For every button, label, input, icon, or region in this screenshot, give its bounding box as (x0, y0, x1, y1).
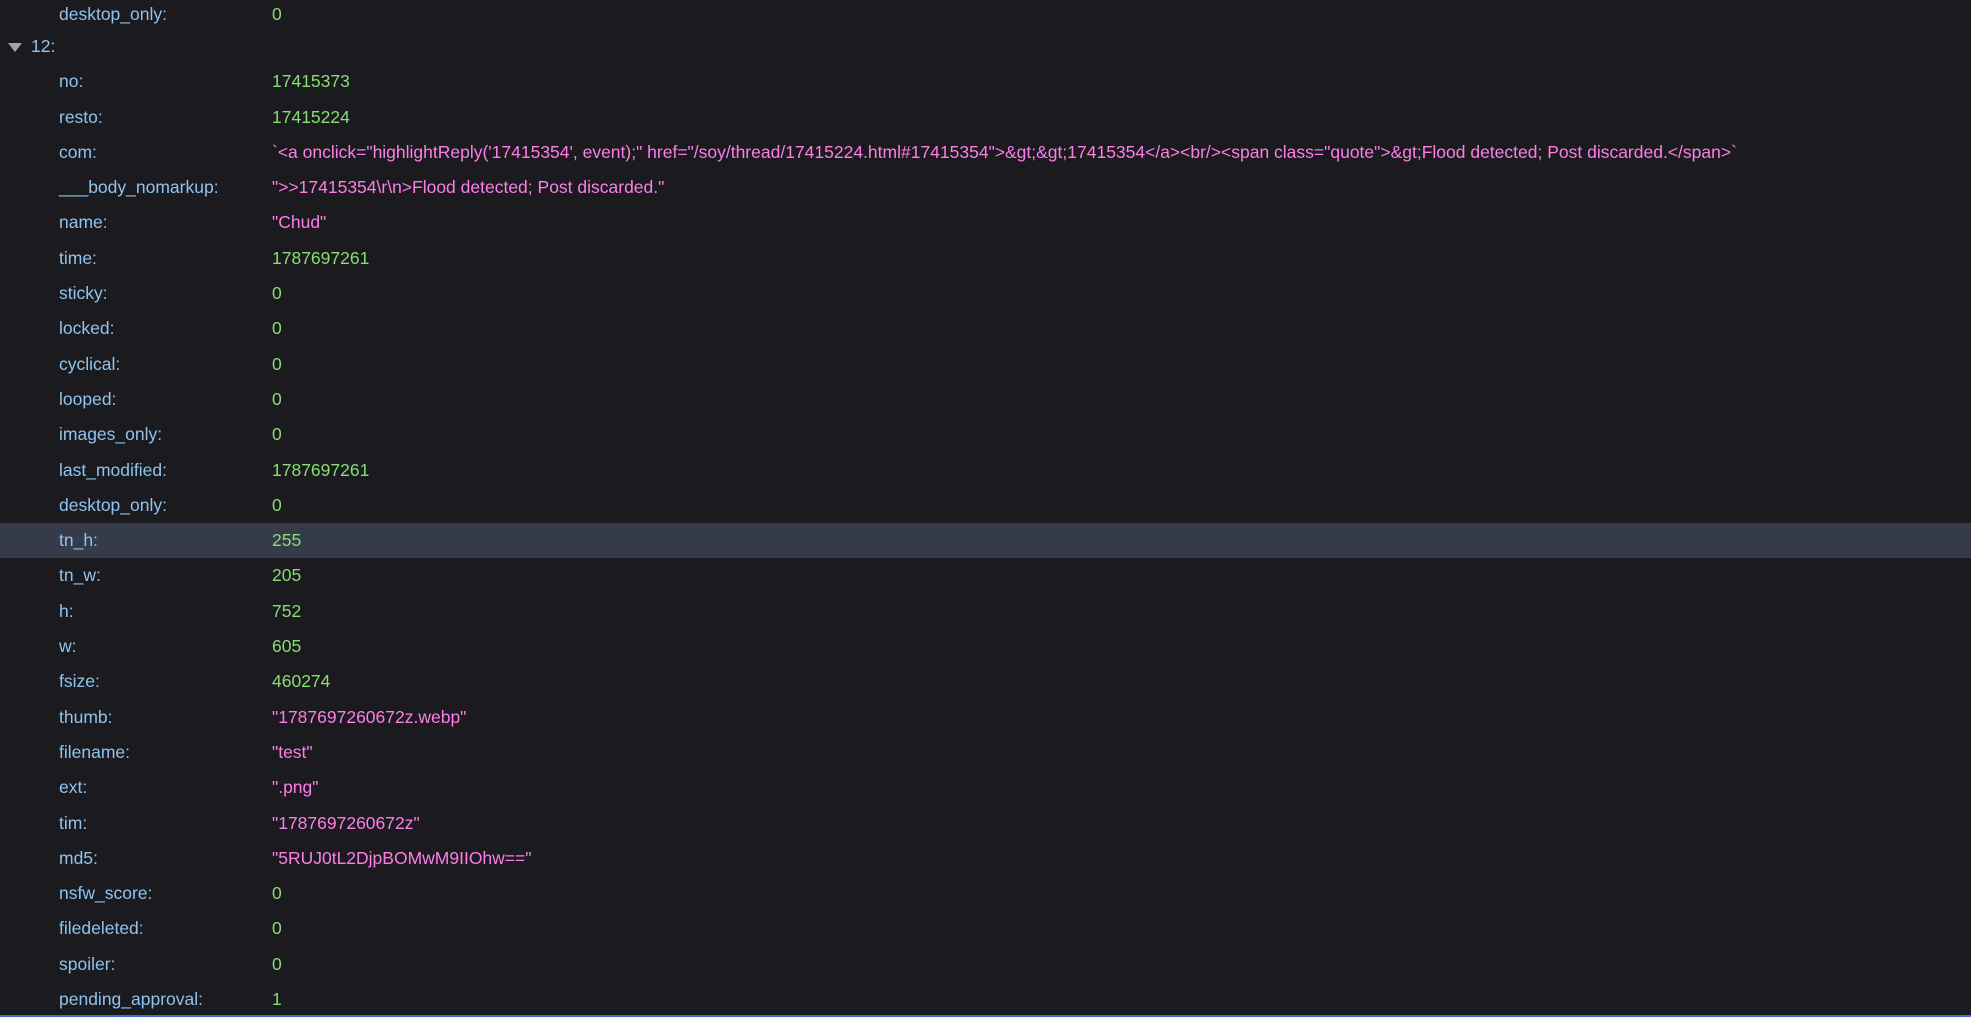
json-row[interactable]: filedeleted: 0 (0, 911, 1971, 946)
json-row[interactable]: time: 1787697261 (0, 241, 1971, 276)
json-key: time: (59, 247, 97, 268)
json-value: 1 (272, 989, 282, 1010)
json-key: md5: (59, 847, 98, 868)
json-group-children: no: 17415373 resto: 17415224 com: `<a onclick… (0, 64, 1971, 1017)
json-key: ext: (59, 777, 88, 798)
json-row[interactable]: thumb: "1787697260672z.webp" (0, 700, 1971, 735)
json-value: "5RUJ0tL2DjpBOMwM9IIOhw==" (272, 847, 532, 868)
json-row[interactable]: resto: 17415224 (0, 100, 1971, 135)
json-key: nsfw_score: (59, 883, 153, 904)
json-value: ".png" (272, 777, 319, 798)
json-row[interactable]: tn_w: 205 (0, 558, 1971, 593)
json-key: cyclical: (59, 353, 121, 374)
json-value: "Chud" (272, 212, 327, 233)
json-group-label: 12: (31, 36, 56, 56)
json-value: "1787697260672z.webp" (272, 706, 467, 727)
json-row[interactable]: cyclical: 0 (0, 347, 1971, 382)
json-key: com: (59, 141, 97, 162)
json-row[interactable]: looped: 0 (0, 382, 1971, 417)
json-row[interactable]: h: 752 (0, 594, 1971, 629)
json-value: 0 (272, 283, 282, 304)
json-value: 17415373 (272, 71, 350, 92)
json-row[interactable]: desktop_only: 0 (0, 488, 1971, 523)
json-row[interactable]: images_only: 0 (0, 417, 1971, 452)
json-key: no: (59, 71, 84, 92)
json-value: 205 (272, 565, 302, 586)
json-row[interactable]: md5: "5RUJ0tL2DjpBOMwM9IIOhw==" (0, 841, 1971, 876)
json-value: 1787697261 (272, 247, 370, 268)
json-value: 0 (272, 4, 282, 24)
json-key: filename: (59, 741, 131, 762)
json-row[interactable]: nsfw_score: 0 (0, 876, 1971, 911)
json-key: tn_w: (59, 565, 101, 586)
json-value: 0 (272, 318, 282, 339)
json-key: looped: (59, 388, 117, 409)
json-key: last_modified: (59, 459, 167, 480)
json-row[interactable]: com: `<a onclick="highlightReply('1741535… (0, 135, 1971, 170)
json-key: resto: (59, 106, 103, 127)
json-value: 0 (272, 494, 282, 515)
json-value: 0 (272, 388, 282, 409)
chevron-down-icon[interactable] (8, 43, 22, 52)
json-key: tn_h: (59, 530, 98, 551)
json-value: 255 (272, 530, 302, 551)
json-group-12[interactable]: 12: (0, 29, 1971, 64)
json-value: 0 (272, 953, 282, 974)
json-value: 605 (272, 636, 302, 657)
json-row[interactable]: pending_approval: 1 (0, 982, 1971, 1017)
json-row[interactable]: locked: 0 (0, 311, 1971, 346)
json-key: w: (59, 636, 77, 657)
json-value: "test" (272, 741, 313, 762)
json-key: ___body_nomarkup: (59, 177, 219, 198)
json-value: 0 (272, 883, 282, 904)
json-key: locked: (59, 318, 115, 339)
json-key: desktop_only: (59, 494, 167, 515)
json-row[interactable]: tim: "1787697260672z" (0, 806, 1971, 841)
json-value: 1787697261 (272, 459, 370, 480)
json-viewer: desktop_only: 0 12: no: 17415373 resto: 174… (0, 0, 1971, 1017)
json-value: 0 (272, 918, 282, 939)
json-value: 460274 (272, 671, 331, 692)
json-row[interactable]: no: 17415373 (0, 64, 1971, 99)
json-row[interactable]: ___body_nomarkup: ">>17415354\r\n>Flood d… (0, 170, 1971, 205)
json-row[interactable]: ext: ".png" (0, 770, 1971, 805)
json-key: tim: (59, 812, 88, 833)
json-key: fsize: (59, 671, 100, 692)
json-key: pending_approval: (59, 989, 204, 1010)
json-value: 752 (272, 600, 302, 621)
json-row[interactable]: spoiler: 0 (0, 947, 1971, 982)
json-value: ">>17415354\r\n>Flood detected; Post dis… (272, 177, 665, 198)
json-row[interactable]: sticky: 0 (0, 276, 1971, 311)
json-key: filedeleted: (59, 918, 144, 939)
json-row[interactable]: name: "Chud" (0, 205, 1971, 240)
json-value: 0 (272, 424, 282, 445)
json-value: `<a onclick="highlightReply('17415354', … (272, 141, 1737, 162)
json-value: 17415224 (272, 106, 350, 127)
json-key: h: (59, 600, 74, 621)
json-value: 0 (272, 353, 282, 374)
json-key: thumb: (59, 706, 113, 727)
json-row[interactable]: tn_h: 255 (0, 523, 1971, 559)
json-row[interactable]: filename: "test" (0, 735, 1971, 770)
json-row-desktop-only-prev[interactable]: desktop_only: 0 (0, 0, 1971, 29)
json-key: images_only: (59, 424, 163, 445)
json-key: spoiler: (59, 953, 116, 974)
json-key: desktop_only: (59, 4, 167, 24)
json-row[interactable]: last_modified: 1787697261 (0, 453, 1971, 488)
json-key: sticky: (59, 283, 108, 304)
json-row[interactable]: fsize: 460274 (0, 664, 1971, 699)
json-key: name: (59, 212, 108, 233)
json-row[interactable]: w: 605 (0, 629, 1971, 664)
json-value: "1787697260672z" (272, 812, 420, 833)
